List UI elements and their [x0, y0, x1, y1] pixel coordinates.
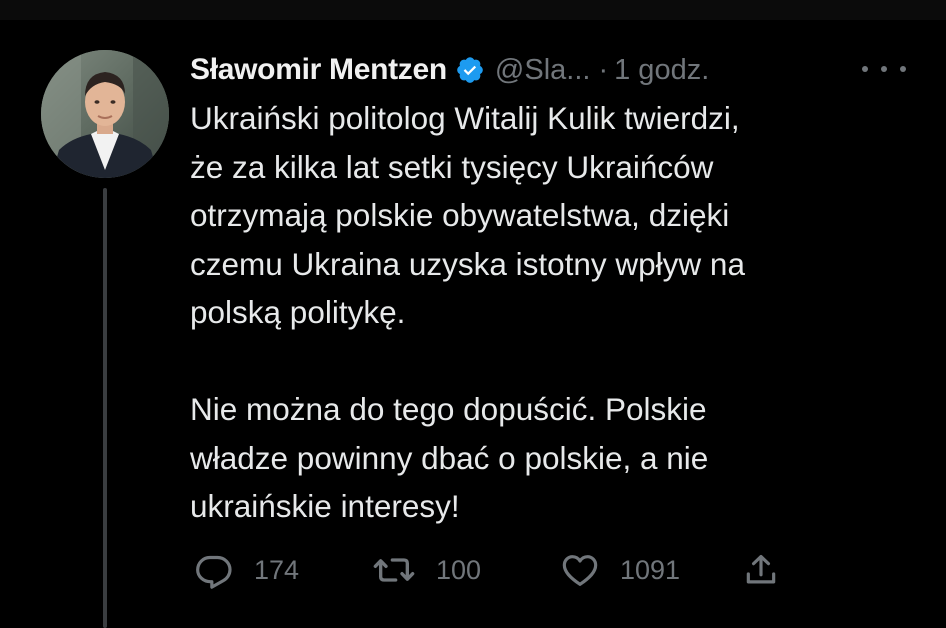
top-bar — [0, 0, 946, 20]
avatar-photo — [41, 50, 169, 178]
thread-line — [103, 188, 107, 628]
timestamp[interactable]: 1 godz. — [614, 54, 709, 87]
separator-dot: · — [598, 53, 609, 86]
share-button[interactable] — [742, 550, 780, 590]
more-horizontal-icon[interactable] — [862, 54, 906, 84]
heart-icon — [560, 550, 600, 590]
reply-button[interactable]: 174 — [194, 550, 299, 590]
author-handle[interactable]: @Sla... — [495, 54, 591, 87]
share-upload-icon — [742, 550, 780, 590]
retweet-button[interactable]: 100 — [372, 550, 481, 590]
like-button[interactable]: 1091 — [560, 550, 680, 590]
like-count: 1091 — [620, 554, 681, 585]
avatar[interactable] — [41, 50, 169, 178]
reply-count: 174 — [254, 554, 300, 585]
reply-bubble-icon — [194, 550, 234, 590]
tweet-header: Sławomir Mentzen @Sla... · 1 godz. — [190, 50, 709, 90]
action-bar: 174 100 1091 — [190, 550, 810, 590]
author-name[interactable]: Sławomir Mentzen — [190, 53, 447, 87]
tweet[interactable]: Sławomir Mentzen @Sla... · 1 godz. Ukrai… — [0, 20, 946, 628]
retweet-count: 100 — [436, 554, 482, 585]
tweet-text: Ukraiński politolog Witalij Kulik twierd… — [190, 100, 745, 524]
verified-badge-icon — [455, 55, 485, 85]
retweet-icon — [372, 550, 416, 590]
